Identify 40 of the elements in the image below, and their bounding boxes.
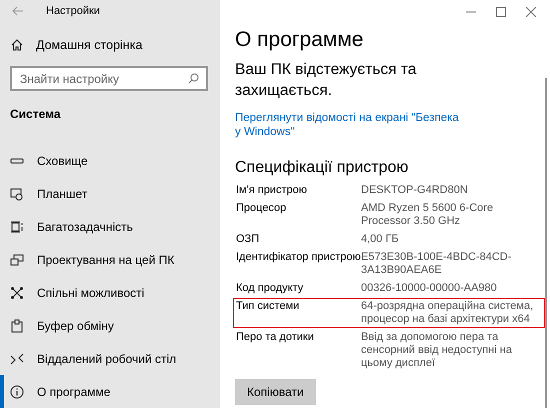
sidebar-item[interactable]: Планшет bbox=[0, 177, 220, 210]
spec-label: Тип системи bbox=[236, 300, 300, 314]
sidebar-item[interactable]: Віддалений робочий стіл bbox=[0, 342, 220, 375]
spec-value: AMD Ryzen 5 5600 6-Core Processor 3.50 GHz bbox=[361, 202, 494, 228]
sidebar-item[interactable]: Спільні можливості bbox=[0, 276, 220, 309]
home-icon bbox=[10, 38, 24, 52]
search-icon bbox=[188, 73, 199, 84]
spec-value: 4,00 ГБ bbox=[361, 233, 400, 246]
spec-value: DESKTOP-G4RD80N bbox=[361, 184, 469, 197]
copy-button[interactable]: Копіювати bbox=[235, 379, 316, 405]
security-link[interactable]: Переглянути відомості на екрані "Безпека у Windows" bbox=[235, 111, 465, 139]
scrollbar[interactable] bbox=[545, 78, 547, 408]
page-title: О программе bbox=[235, 28, 364, 52]
home-link[interactable]: Домашня сторінка bbox=[10, 38, 142, 52]
info-icon bbox=[10, 384, 24, 398]
close-icon[interactable] bbox=[526, 7, 536, 17]
spec-value: Ввід за допомогою пера та сенсорний ввід недоступні на цьому дисплеї bbox=[361, 331, 513, 370]
clipboard-icon bbox=[10, 318, 24, 332]
spec-value: 64-розрядна операційна система, процесор на базі архітектури x64 bbox=[361, 300, 534, 326]
spec-value: E573E30B-100E-4BDC-84CD-3A13B90AEA6E bbox=[361, 251, 512, 277]
status-text: Ваш ПК відстежується та захищається. bbox=[235, 60, 418, 101]
sidebar-item[interactable]: Сховище bbox=[0, 144, 220, 177]
maximize-icon[interactable] bbox=[496, 7, 506, 17]
back-arrow-icon[interactable] bbox=[12, 6, 24, 16]
sidebar-item[interactable]: Проектування на цей ПК bbox=[0, 243, 220, 276]
spec-label: Перо та дотики bbox=[236, 331, 315, 345]
sidebar-item[interactable]: Буфер обміну bbox=[0, 309, 220, 342]
spec-label: Ідентифікатор пристрою bbox=[236, 251, 361, 265]
section-heading: Система bbox=[10, 107, 62, 121]
spec-label: ОЗП bbox=[236, 233, 260, 246]
tablet-icon bbox=[10, 186, 24, 200]
sidebar-item[interactable]: Багатозадачність bbox=[0, 210, 220, 243]
spec-value: 00326-10000-00000-AA980 bbox=[361, 282, 498, 295]
window-title: Настройки bbox=[46, 5, 100, 17]
spec-label: Код продукту bbox=[236, 282, 304, 295]
section-heading: Специфікації пристрою bbox=[235, 159, 408, 177]
search-field[interactable]: Знайти настройку bbox=[10, 66, 208, 91]
spec-label: Процесор bbox=[236, 202, 288, 216]
multitask-icon bbox=[10, 220, 24, 234]
spec-label: Ім'я пристрою bbox=[236, 184, 308, 197]
